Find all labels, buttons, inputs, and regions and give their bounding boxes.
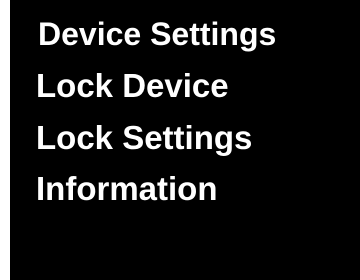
device-screen: Device Settings Lock Device Lock Setting… [10, 0, 360, 280]
menu-item-lock-device[interactable]: Lock Device [36, 64, 229, 108]
menu-item-information[interactable]: Information [36, 167, 217, 211]
page-title: Device Settings [38, 16, 277, 52]
menu-item-lock-settings[interactable]: Lock Settings [36, 116, 252, 160]
